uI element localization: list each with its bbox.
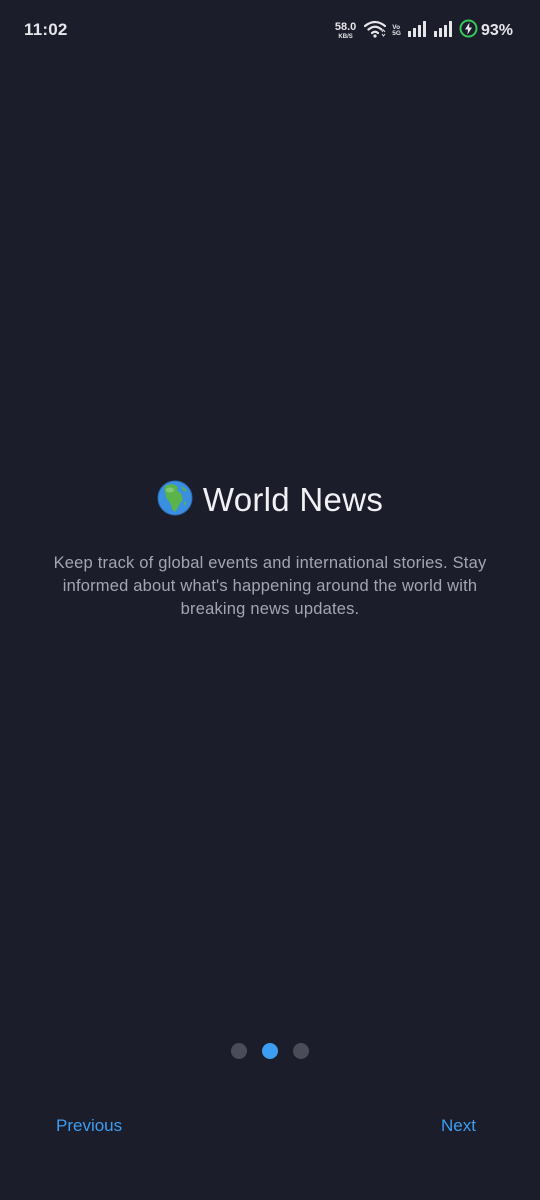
status-bar: 11:02 58.0 KB/S Vo 5G 93%	[0, 0, 540, 62]
onboarding-page: World News Keep track of global events a…	[0, 478, 540, 621]
page-dot-2-active[interactable]	[262, 1043, 278, 1059]
page-dot-3[interactable]	[293, 1043, 309, 1059]
page-dot-1[interactable]	[231, 1043, 247, 1059]
page-title: World News	[202, 481, 384, 518]
wifi-icon	[364, 20, 387, 43]
globe-africa-icon	[157, 480, 193, 521]
battery: 93%	[459, 19, 513, 43]
signal-icon	[433, 20, 453, 42]
next-button[interactable]: Next	[441, 1116, 476, 1136]
volte-indicator: Vo 5G	[392, 24, 401, 38]
signal-icon	[407, 20, 427, 42]
network-speed-unit: KB/S	[338, 34, 353, 40]
network-speed-value: 58.0	[334, 21, 357, 33]
network-speed: 58.0 KB/S	[334, 21, 357, 41]
volte-bottom: 5G	[392, 30, 401, 37]
status-time: 11:02	[24, 20, 68, 39]
page-description: Keep track of global events and internat…	[53, 554, 487, 618]
battery-percent: 93%	[480, 22, 513, 39]
battery-charging-icon	[459, 19, 478, 43]
status-icons: 58.0 KB/S Vo 5G 93%	[335, 19, 513, 43]
previous-button[interactable]: Previous	[56, 1116, 122, 1136]
title-row: World News	[0, 478, 540, 522]
page-indicator	[0, 1043, 540, 1059]
